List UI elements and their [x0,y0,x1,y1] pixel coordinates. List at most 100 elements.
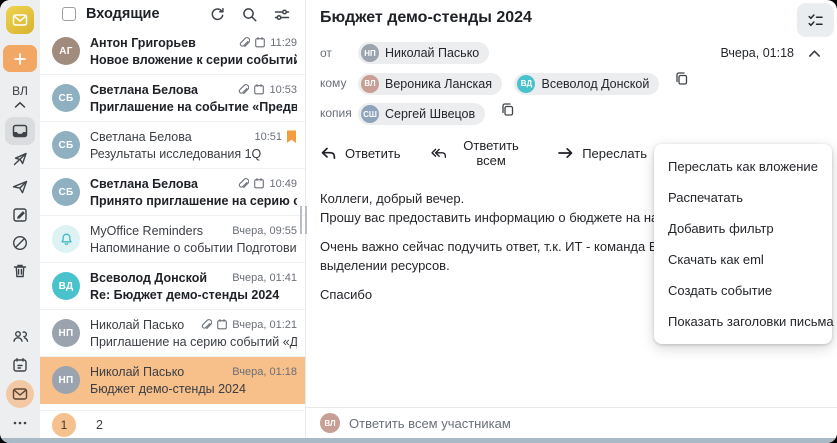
menu-item[interactable]: Создать событие [654,275,832,306]
sidebar-item-outbox[interactable] [5,145,35,173]
sender-avatar: НП [52,319,80,347]
app-sidebar: ВЛ [0,0,40,443]
collapse-chevron-icon[interactable] [14,101,26,109]
spam-icon [12,235,28,251]
sender-avatar: ВД [52,272,80,300]
sender-name: MyOffice Reminders [90,223,203,238]
select-all-checkbox[interactable] [62,7,76,21]
page-1-button[interactable]: 1 [52,412,76,437]
message-time: Вчера, 01:21 [232,318,297,331]
message-subject-preview: Результаты исследования 1Q [90,146,262,161]
email-list: АГ Антон Григорьев 11:29 Новое вложение … [40,28,305,443]
message-subject-preview: Новое вложение к серии событий «Аналити… [90,52,297,67]
refresh-button[interactable] [209,6,226,23]
quick-reply-bar[interactable]: ВЛ Ответить всем участникам [306,407,837,438]
sidebar-item-sent[interactable] [5,173,35,201]
sender-avatar [52,225,80,253]
recipient-chip[interactable]: НП Николай Пасько [358,42,490,64]
sidebar-item-drafts[interactable] [5,201,35,229]
to-label: кому [320,75,347,90]
sidebar-item-inbox[interactable] [5,117,35,145]
sidebar-item-trash[interactable] [5,257,35,285]
reply-button[interactable]: Ответить [320,146,401,161]
logo-envelope-icon [12,14,28,26]
search-button[interactable] [241,6,258,23]
reply-all-icon [430,148,446,158]
collapse-message-button[interactable] [808,49,821,58]
message-time: 11:29 [270,36,297,49]
recipient-name: Всеволод Донской [541,76,650,91]
mail-app-button[interactable] [6,380,34,408]
chevron-up-icon [809,49,820,57]
calendar-app-button[interactable] [5,351,35,379]
message-time: 10:53 [269,83,297,96]
ellipsis-icon [13,421,27,425]
tasks-panel-toggle[interactable] [797,3,834,37]
list-item[interactable]: АГ Антон Григорьев 11:29 Новое вложение … [40,28,305,75]
checklist-icon [808,13,823,26]
list-item[interactable]: СБ Светлана Белова 10:49 Принято приглаш… [40,169,305,216]
recipient-chip[interactable]: ВЛ Вероника Ланская [358,72,503,95]
message-subject-preview: Бюджет демо-стенды 2024 [90,381,246,396]
sender-name: Светлана Белова [90,129,192,144]
recipient-avatar: ВЛ [361,74,379,93]
list-item[interactable]: ВД Всеволод Донской Вчера, 01:41 Re: Бюд… [40,263,305,310]
message-context-menu: Переслать как вложение Распечатать Добав… [654,144,834,344]
copy-address-button[interactable] [500,102,515,117]
cc-label: копия [320,106,352,121]
sender-name: Светлана Белова [90,176,198,191]
message-subject-preview: Принято приглашение на серию событий «… [90,193,297,208]
recipient-avatar: НП [361,44,379,62]
sidebar-item-spam[interactable] [5,229,35,257]
sender-avatar: СБ [52,131,80,159]
recipient-avatar: ВД [517,74,536,93]
filter-button[interactable] [273,6,291,23]
panel-splitter-handle[interactable] [300,206,307,234]
list-item[interactable]: СБ Светлана Белова 10:51 Результаты иссл… [40,122,305,169]
message-meta: от НП Николай Пасько Вчера, 01:18 кому В… [320,42,837,125]
message-time: 10:51 [254,130,282,143]
list-item[interactable]: НП Николай Пасько Вчера, 01:18 Бюджет де… [40,357,305,404]
forward-button[interactable]: Переслать [557,146,647,161]
sender-avatar: СБ [52,178,80,206]
attachment-icon [202,319,213,329]
contacts-icon [12,330,28,342]
recipient-chip[interactable]: СШ Сергей Швецов [358,103,486,125]
reply-icon [321,147,336,159]
list-item[interactable]: НП Николай Пасько Вчера, 01:21 Приглашен… [40,310,305,357]
recipient-chip[interactable]: ВД Всеволод Донской [514,72,660,95]
reply-all-button[interactable]: Ответить всем [430,138,528,168]
message-subject-preview: Re: Бюджет демо-стенды 2024 [90,287,280,302]
event-icon [254,178,265,189]
user-avatar: ВЛ [320,413,340,433]
sender-avatar: СБ [52,84,80,112]
attachment-icon [239,84,250,94]
page-2-button[interactable]: 2 [96,418,103,432]
bell-icon [60,233,72,245]
trash-icon [13,264,27,278]
message-subject: Бюджет демо-стенды 2024 [320,9,532,26]
app-switcher [5,322,35,437]
contacts-app-button[interactable] [5,322,35,350]
inbox-icon [12,124,28,138]
recipient-name: Николай Пасько [385,46,480,60]
flag-icon [287,130,296,143]
list-item[interactable]: СБ Светлана Белова 10:53 Приглашение на … [40,75,305,122]
menu-item[interactable]: Показать заголовки письма [654,306,834,337]
menu-item[interactable]: Распечатать [654,182,832,213]
list-item[interactable]: MyOffice Reminders Вчера, 09:55 Напомина… [40,216,305,263]
more-apps-button[interactable] [5,409,35,437]
outbox-icon [13,152,27,166]
drafts-icon [13,208,27,222]
menu-item[interactable]: Скачать как eml [654,244,832,275]
folder-nav [5,117,35,285]
folder-title: Входящие [86,6,160,22]
app-logo[interactable] [6,6,34,34]
profile-initials[interactable]: ВЛ [12,84,28,98]
menu-item[interactable]: Переслать как вложение [654,151,832,182]
sender-name: Антон Григорьев [90,35,196,50]
compose-button[interactable] [3,45,37,72]
menu-item[interactable]: Добавить фильтр [654,213,832,244]
quick-reply-placeholder: Ответить всем участникам [349,415,511,431]
copy-address-button[interactable] [674,71,689,86]
